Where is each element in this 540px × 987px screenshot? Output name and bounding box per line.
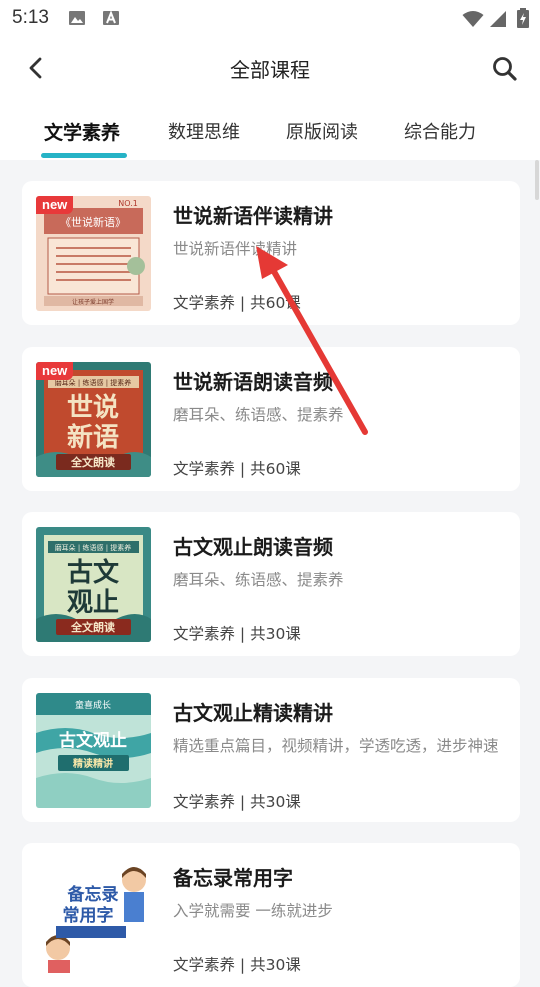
page-title: 全部课程 [230, 58, 310, 82]
status-time: 5:13 [12, 7, 49, 28]
cover-main-text-1: 世说 [67, 393, 119, 423]
status-bar: 5:13 [0, 0, 540, 36]
image-notification-icon [69, 11, 85, 25]
cover-plaque-text: 精读精讲 [73, 757, 113, 770]
course-card[interactable]: 磨耳朵 | 练语感 | 提素养 世说 新语 全文朗读 new 世说新语朗读音频 … [22, 347, 520, 491]
course-meta: 文学素养 | 共60课 [173, 460, 301, 478]
course-description: 世说新语伴读精讲 [173, 240, 298, 258]
scrollbar[interactable] [535, 160, 539, 200]
cover-main-text-1: 备忘录 [67, 884, 119, 905]
wifi-icon [462, 11, 484, 27]
course-thumbnail: 磨耳朵 | 练语感 | 提素养 世说 新语 全文朗读 new [36, 362, 151, 477]
course-card[interactable]: 童喜成长 古文观止 精读精讲 古文观止精读精讲 精选重点篇目，视频精讲，学透吃透… [22, 678, 520, 822]
course-description: 磨耳朵、练语感、提素养 [173, 406, 344, 424]
course-title: 世说新语伴读精讲 [173, 204, 333, 228]
course-list[interactable]: 《世说新语》 NO.1 让孩子爱上国学 new 世说新语伴读精讲 世说新语伴读精… [0, 160, 540, 987]
course-cover-image: 磨耳朵 | 练语感 | 提素养 古文 观止 全文朗读 [36, 527, 151, 642]
cover-main-text-2: 观止 [67, 588, 119, 618]
course-meta: 文学素养 | 共60课 [173, 294, 301, 312]
category-tabs: 文学素养 数理思维 原版阅读 综合能力 [0, 100, 540, 160]
course-cover-image: 备忘录 常用字 [36, 858, 151, 973]
cover-bottom-text: 让孩子爱上国学 [72, 298, 114, 306]
cover-title-text: 《世说新语》 [60, 215, 126, 229]
course-meta: 文学素养 | 共30课 [173, 956, 301, 974]
cover-tag-text: 磨耳朵 | 练语感 | 提素养 [55, 543, 132, 552]
app-header: 全部课程 [0, 36, 540, 100]
tab-active-indicator [41, 153, 127, 158]
search-icon[interactable] [490, 54, 520, 84]
course-cover-image: 童喜成长 古文观止 精读精讲 [36, 693, 151, 808]
cover-plaque-text: 全文朗读 [70, 620, 115, 634]
new-badge: new [36, 196, 74, 214]
cover-plaque-text: 全文朗读 [70, 455, 115, 469]
course-card[interactable]: 备忘录 常用字 备忘录常用字 入学就需要 一练就进步 文学素养 | 共30课 [22, 843, 520, 987]
course-description: 精选重点篇目，视频精讲，学透吃透，进步神速 [173, 737, 499, 755]
tab-literature[interactable]: 文学素养 [44, 118, 120, 145]
new-badge: new [36, 362, 74, 380]
course-meta: 文学素养 | 共30课 [173, 793, 301, 811]
signal-icon [490, 11, 506, 27]
battery-icon [517, 8, 529, 28]
course-thumbnail: 《世说新语》 NO.1 让孩子爱上国学 new [36, 196, 151, 311]
course-meta: 文学素养 | 共30课 [173, 625, 301, 643]
course-title: 世说新语朗读音频 [173, 370, 333, 394]
course-thumbnail: 童喜成长 古文观止 精读精讲 [36, 693, 151, 808]
course-card[interactable]: 《世说新语》 NO.1 让孩子爱上国学 new 世说新语伴读精讲 世说新语伴读精… [22, 181, 520, 325]
course-title: 备忘录常用字 [173, 866, 293, 890]
course-thumbnail: 磨耳朵 | 练语感 | 提素养 古文 观止 全文朗读 [36, 527, 151, 642]
course-description: 磨耳朵、练语感、提素养 [173, 571, 344, 589]
course-title: 古文观止朗读音频 [173, 535, 333, 559]
course-title: 古文观止精读精讲 [173, 701, 333, 725]
text-notification-icon [103, 10, 119, 25]
cover-main-text-1: 古文观止 [59, 730, 127, 751]
cover-tag-text: 童喜成长 [75, 699, 111, 711]
course-card[interactable]: 磨耳朵 | 练语感 | 提素养 古文 观止 全文朗读 古文观止朗读音频 磨耳朵、… [22, 512, 520, 656]
course-description: 入学就需要 一练就进步 [173, 902, 333, 920]
tab-comprehensive[interactable]: 综合能力 [404, 118, 476, 144]
cover-main-text-1: 古文 [67, 557, 120, 588]
cover-main-text-2: 常用字 [63, 905, 114, 926]
course-thumbnail: 备忘录 常用字 [36, 858, 151, 973]
cover-main-text-2: 新语 [67, 422, 119, 453]
tab-math-thinking[interactable]: 数理思维 [168, 118, 240, 144]
cover-corner-text: NO.1 [118, 199, 138, 208]
tab-original-reading[interactable]: 原版阅读 [286, 118, 358, 144]
